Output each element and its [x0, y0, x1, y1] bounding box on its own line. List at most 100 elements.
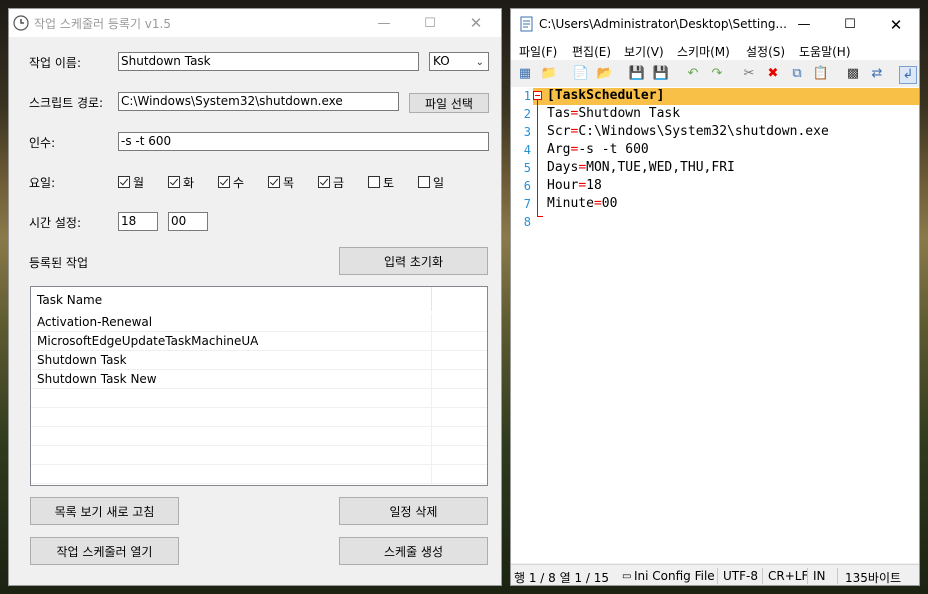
menu-edit[interactable]: 편집(E)	[572, 43, 611, 60]
line-number-gutter: 1 2 3 4 5 6 7 8	[511, 87, 533, 563]
line-number: 3	[523, 125, 531, 139]
language-select[interactable]: KO ⌄	[429, 52, 489, 71]
checkbox-checked-icon[interactable]	[118, 176, 130, 188]
task-name-label: 작업 이름:	[29, 56, 82, 70]
ini-key: Days	[547, 160, 579, 175]
undo-icon[interactable]: ↶	[685, 66, 701, 82]
ini-value: -s -t 600	[578, 142, 649, 157]
paste-icon[interactable]: 📋	[813, 66, 829, 82]
file-size: 135바이트	[845, 571, 902, 585]
time-label: 시간 설정:	[29, 216, 82, 230]
table-row[interactable]	[31, 446, 487, 465]
cut-icon[interactable]: ✂	[741, 66, 757, 82]
language-value: KO	[433, 54, 450, 68]
day-checkbox[interactable]: 화	[168, 174, 194, 190]
code-line: Tas=Shutdown Task	[547, 106, 680, 121]
status-divider	[717, 568, 718, 584]
day-checkbox[interactable]: 목	[268, 174, 294, 190]
checkbox-checked-icon[interactable]	[268, 176, 280, 188]
table-row[interactable]: Shutdown Task	[31, 351, 487, 370]
line-number: 6	[523, 179, 531, 193]
line-number: 4	[523, 143, 531, 157]
code-line: Scr=C:\Windows\System32\shutdown.exe	[547, 124, 829, 139]
minimize-button[interactable]: —	[781, 9, 827, 40]
toolbar: ▦ 📁 📄 📂 💾 💾 ↶ ↷ ✂ ✖ ⧉ 📋 ▩ ⇄ ↲	[511, 62, 919, 86]
menu-schema[interactable]: 스키마(M)	[677, 43, 730, 60]
column-divider	[431, 446, 432, 465]
save-icon[interactable]: 💾	[629, 66, 645, 82]
menu-help[interactable]: 도움말(H)	[799, 43, 851, 60]
days-label: 요일:	[29, 176, 56, 190]
checkbox-checked-icon[interactable]	[218, 176, 230, 188]
column-divider	[431, 408, 432, 427]
menu-view[interactable]: 보기(V)	[624, 43, 664, 60]
table-row[interactable]	[31, 465, 487, 484]
fold-marker-icon[interactable]	[533, 91, 542, 100]
checkbox-empty-icon[interactable]	[418, 176, 430, 188]
document-icon[interactable]: 📄	[573, 66, 589, 82]
checkbox-checked-icon[interactable]	[168, 176, 180, 188]
create-schedule-button[interactable]: 스케줄 생성	[339, 537, 488, 565]
day-checkbox[interactable]: 일	[418, 174, 444, 190]
refresh-list-button[interactable]: 목록 보기 새로 고침	[30, 497, 179, 525]
line-number: 7	[523, 197, 531, 211]
column-divider	[431, 427, 432, 446]
ini-key: Minute	[547, 196, 594, 211]
open-icon[interactable]: 📂	[597, 66, 613, 82]
scheduler-window: 작업 스케줄러 등록기 v1.5 — ☐ ✕ 작업 이름: Shutdown T…	[8, 8, 502, 586]
task-name-input[interactable]: Shutdown Task	[118, 52, 419, 71]
day-label: 월	[133, 175, 145, 190]
day-checkbox[interactable]: 토	[368, 174, 394, 190]
ini-value: Shutdown Task	[578, 106, 681, 121]
clock-icon	[13, 15, 29, 31]
wrap-icon[interactable]: ↲	[899, 66, 917, 84]
task-list[interactable]: Task Name Activation-Renewal MicrosoftEdg…	[30, 286, 488, 486]
save-all-icon[interactable]: 💾	[653, 66, 669, 82]
list-header[interactable]: Task Name	[31, 287, 487, 313]
redo-icon[interactable]: ↷	[709, 66, 725, 82]
table-row[interactable]	[31, 408, 487, 427]
line-number: 8	[523, 215, 531, 229]
title-bar: C:\Users\Administrator\Desktop\Setting..…	[511, 9, 919, 40]
status-divider	[807, 568, 808, 584]
file-select-button[interactable]: 파일 선택	[409, 93, 489, 113]
task-name-column-header[interactable]: Task Name	[37, 293, 102, 307]
reset-input-button[interactable]: 입력 초기화	[339, 247, 488, 275]
hour-input[interactable]: 18	[118, 212, 158, 231]
table-row[interactable]: MicrosoftEdgeUpdateTaskMachineUA	[31, 332, 487, 351]
day-checkbox[interactable]: 월	[118, 174, 144, 190]
open-folder-icon[interactable]: 📁	[541, 66, 557, 82]
menu-settings[interactable]: 설정(S)	[746, 43, 785, 60]
ini-key: Hour	[547, 178, 579, 193]
checkbox-empty-icon[interactable]	[368, 176, 380, 188]
close-button[interactable]: ✕	[873, 9, 919, 40]
copy-icon[interactable]: ⧉	[789, 66, 805, 82]
maximize-button[interactable]: ☐	[827, 9, 873, 40]
table-row[interactable]: Activation-Renewal	[31, 313, 487, 332]
ini-value: 00	[601, 196, 618, 211]
close-button[interactable]: ✕	[453, 9, 499, 37]
day-label: 화	[183, 175, 195, 190]
menu-file[interactable]: 파일(F)	[519, 43, 557, 60]
minute-input[interactable]: 00	[168, 212, 208, 231]
menu-bar: 파일(F) 편집(E) 보기(V) 스키마(M) 설정(S) 도움말(H)	[511, 40, 919, 60]
open-task-scheduler-button[interactable]: 작업 스케줄러 열기	[30, 537, 179, 565]
minimize-button[interactable]: —	[361, 9, 407, 37]
replace-icon[interactable]: ⇄	[869, 66, 885, 82]
checkbox-checked-icon[interactable]	[318, 176, 330, 188]
new-file-icon[interactable]: ▦	[517, 66, 533, 82]
table-row[interactable]: Shutdown Task New	[31, 370, 487, 389]
table-row[interactable]	[31, 389, 487, 408]
day-label: 일	[433, 175, 445, 190]
day-checkbox[interactable]: 수	[218, 174, 244, 190]
day-checkbox[interactable]: 금	[318, 174, 344, 190]
maximize-button[interactable]: ☐	[407, 9, 453, 37]
find-icon[interactable]: ▩	[845, 66, 861, 82]
ini-value: 18	[586, 178, 602, 193]
delete-schedule-button[interactable]: 일정 삭제	[339, 497, 488, 525]
script-path-input[interactable]: C:\Windows\System32\shutdown.exe	[118, 92, 399, 111]
args-input[interactable]: -s -t 600	[118, 132, 489, 151]
table-row[interactable]	[31, 427, 487, 446]
delete-icon[interactable]: ✖	[765, 66, 781, 82]
editor-area[interactable]: 12345678 [TaskScheduler] Tas=Shutdown Tas…	[511, 87, 919, 563]
